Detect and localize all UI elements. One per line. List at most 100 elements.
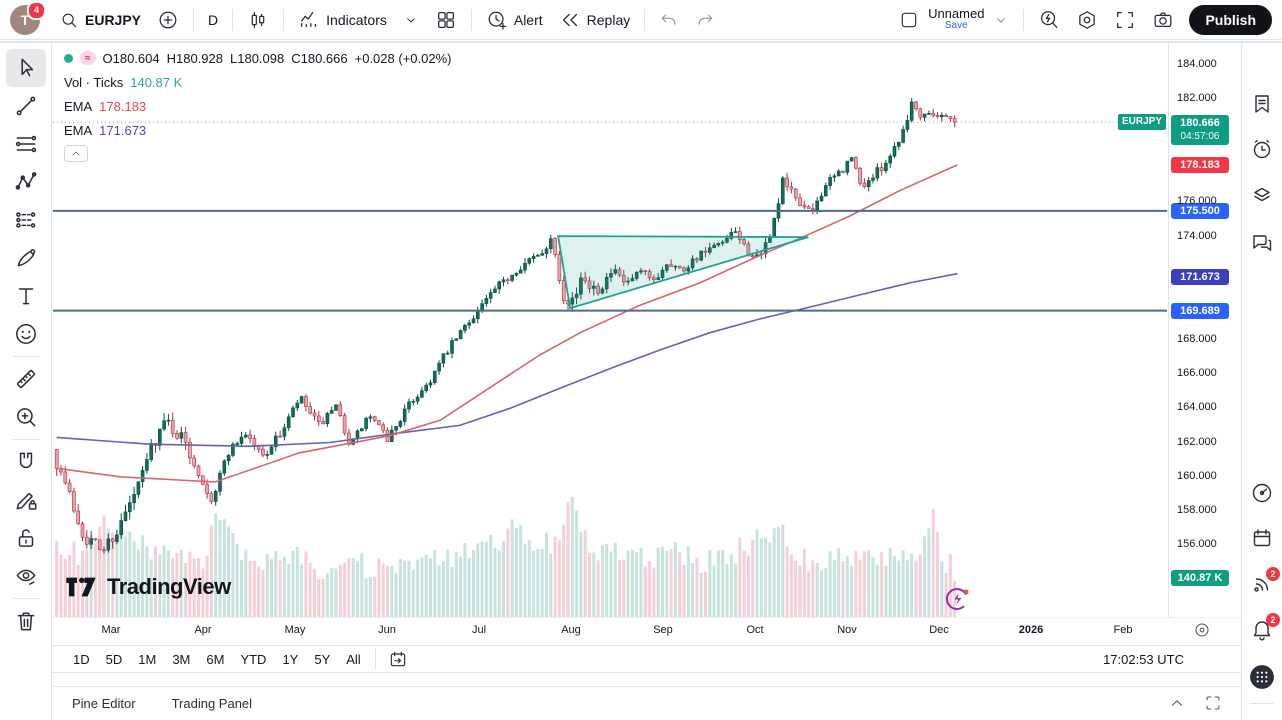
price-tick: 158.000 [1177, 504, 1217, 516]
emoji-tool-button[interactable] [6, 315, 46, 353]
chart-style-button[interactable] [240, 4, 276, 36]
range-button-1y[interactable]: 1Y [275, 649, 305, 670]
indicators-label: Indicators [326, 12, 387, 28]
price-axis[interactable]: 180.666 04:57:06 178.183 175.500 171.673… [1168, 41, 1243, 645]
chart-legend: ≈ O180.604 H180.928 L180.098 C180.666 +0… [64, 49, 451, 162]
time-axis[interactable]: MarAprMayJunJulAugSepOctNovDec2026Feb [52, 617, 1242, 646]
layout-square-icon [899, 10, 919, 30]
range-button-5y[interactable]: 5Y [307, 649, 337, 670]
pattern-tool-button[interactable] [6, 163, 46, 201]
time-axis-label: Sep [653, 624, 673, 636]
data-mismatch-icon: ≈ [80, 51, 96, 65]
time-axis-label: Mar [102, 624, 121, 636]
trash-icon [13, 608, 39, 634]
fullscreen-button[interactable] [1107, 4, 1143, 36]
range-button-all[interactable]: All [339, 649, 367, 670]
screener-button[interactable] [1246, 474, 1278, 512]
alerts-panel-button[interactable] [1246, 130, 1278, 168]
time-axis-label: Dec [929, 624, 949, 636]
replay-button[interactable]: Replay [552, 4, 638, 36]
range-button-1d[interactable]: 1D [66, 649, 97, 670]
save-layout-button[interactable] [892, 4, 926, 36]
interval-button[interactable]: D [201, 4, 225, 36]
ema-fast-legend-row[interactable]: EMA 178.183 [64, 97, 451, 115]
indicators-button[interactable]: Indicators [291, 4, 394, 36]
notifications-button[interactable]: 2 [1246, 611, 1278, 649]
clock[interactable]: 17:02:53 UTC [1103, 652, 1242, 667]
ohlc-close: C180.666 [291, 51, 347, 66]
chat-button[interactable] [1246, 224, 1278, 262]
watchlist-icon [1250, 92, 1274, 116]
layout-menu-button[interactable] [986, 4, 1016, 36]
alert-label: Alert [514, 12, 543, 28]
go-to-date-button[interactable] [381, 643, 415, 675]
divider [232, 9, 233, 31]
boost-button[interactable] [944, 584, 972, 617]
search-icon [59, 10, 79, 30]
pencil-lock-icon [13, 487, 39, 513]
range-button-1m[interactable]: 1M [131, 649, 163, 670]
range-button-3m[interactable]: 3M [165, 649, 197, 670]
screenshot-button[interactable] [1145, 4, 1181, 36]
divider [283, 9, 284, 31]
tradingview-app: T 4 EURJPY D Indicators [0, 0, 1282, 720]
chat-bubbles-icon [1250, 231, 1274, 255]
time-axis-label: Jul [472, 624, 486, 636]
quick-search-button[interactable] [1031, 4, 1067, 36]
zoom-in-icon [13, 404, 39, 430]
top-toolbar: T 4 EURJPY D Indicators [0, 0, 1282, 40]
tab-pine-editor[interactable]: Pine Editor [72, 696, 136, 711]
ema-slow-legend-row[interactable]: EMA 171.673 [64, 121, 451, 139]
publish-button[interactable]: Publish [1189, 5, 1272, 35]
volume-legend-row[interactable]: Vol · Ticks 140.87 K [64, 73, 451, 91]
price-tick: 168.000 [1177, 333, 1217, 345]
panel-expand-button[interactable] [1168, 694, 1186, 715]
magnet-mode-button[interactable] [6, 443, 46, 481]
time-axis-label: May [285, 624, 306, 636]
streams-button[interactable]: 2 [1246, 565, 1278, 603]
settings-button[interactable] [1069, 4, 1105, 36]
object-tree-button[interactable] [1246, 176, 1278, 214]
text-tool-button[interactable] [6, 277, 46, 315]
trend-line-tool-button[interactable] [6, 87, 46, 125]
axis-settings-icon[interactable] [1193, 621, 1211, 639]
prediction-tool-button[interactable] [6, 201, 46, 239]
hide-drawings-button[interactable] [6, 557, 46, 595]
legend-collapse-button[interactable] [64, 145, 88, 162]
range-button-6m[interactable]: 6M [199, 649, 231, 670]
range-button-5d[interactable]: 5D [99, 649, 130, 670]
pane-accent-line [0, 41, 1282, 43]
symbol-legend-row[interactable]: ≈ O180.604 H180.928 L180.098 C180.666 +0… [64, 49, 451, 67]
ohlc-low: L180.098 [230, 51, 284, 66]
price-tick: 156.000 [1177, 538, 1217, 550]
calendar-button[interactable] [1246, 519, 1278, 557]
lock-drawings-button[interactable] [6, 519, 46, 557]
tab-trading-panel[interactable]: Trading Panel [172, 696, 252, 711]
indicator-templates-button[interactable] [396, 4, 426, 36]
help-button[interactable]: ? [1246, 714, 1278, 720]
layout-title: Unnamed [928, 7, 984, 21]
panel-maximize-button[interactable] [1204, 694, 1222, 715]
fib-retracement-tool-button[interactable] [6, 125, 46, 163]
brush-tool-button[interactable] [6, 239, 46, 277]
volume-badge: 140.87 K [1171, 570, 1229, 586]
measure-tool-button[interactable] [6, 360, 46, 398]
redo-button[interactable] [688, 4, 722, 36]
watchlist-button[interactable] [1246, 85, 1278, 123]
cursor-tool-button[interactable] [6, 49, 46, 87]
range-button-ytd[interactable]: YTD [233, 649, 273, 670]
layout-name[interactable]: Unnamed Save [928, 7, 984, 31]
alert-button[interactable]: Alert [479, 4, 550, 36]
remove-objects-button[interactable] [6, 602, 46, 640]
undo-button[interactable] [652, 4, 686, 36]
symbol-search-button[interactable]: EURJPY [52, 4, 148, 36]
user-avatar[interactable]: T 4 [10, 5, 40, 35]
compare-add-button[interactable] [150, 4, 186, 36]
apps-menu-button[interactable] [1246, 658, 1278, 696]
layout-grid-button[interactable] [428, 4, 464, 36]
zoom-in-tool-button[interactable] [6, 398, 46, 436]
drawing-mode-button[interactable] [6, 481, 46, 519]
save-link[interactable]: Save [945, 21, 968, 32]
last-price-badge: 180.666 04:57:06 [1171, 115, 1229, 145]
candlestick-icon [247, 9, 269, 31]
